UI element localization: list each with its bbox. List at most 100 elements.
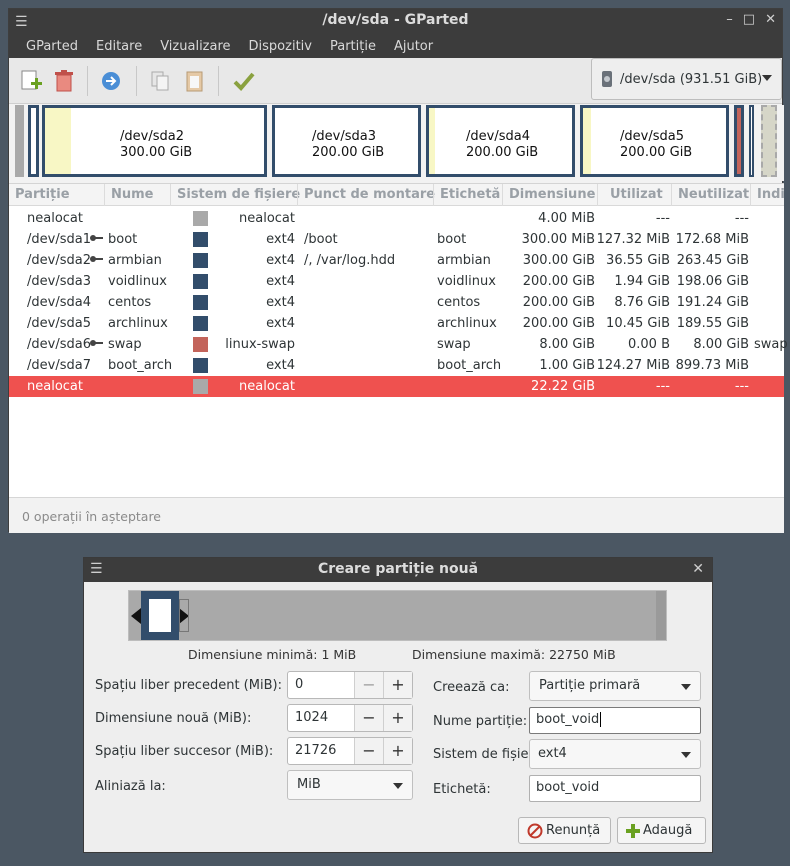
cell-filesystem: ext4 [266, 295, 295, 310]
new-size-spinner[interactable]: 1024 − + [287, 704, 413, 732]
resize-move-icon[interactable] [98, 68, 124, 94]
diskmap-sda7[interactable] [749, 105, 754, 177]
add-button[interactable]: Adaugă [617, 817, 706, 844]
cell-filesystem: ext4 [266, 316, 295, 331]
cell-filesystem: nealocat [239, 211, 295, 226]
menu-help[interactable]: Ajutor [385, 39, 442, 54]
diskmap-sda4-size: 200.00 GiB [466, 145, 539, 160]
free-before-label: Spațiu liber precedent (MiB): [95, 678, 282, 693]
decrement-button[interactable]: − [354, 738, 383, 764]
table-row[interactable]: nealocat nealocat 22.22 GiB --- --- [9, 376, 784, 397]
menu-gparted[interactable]: GParted [17, 39, 87, 54]
col-label[interactable]: Etichetă [440, 187, 500, 202]
partition-name-input[interactable]: boot_void [529, 707, 701, 734]
free-before-spinner[interactable]: 0 − + [287, 671, 413, 699]
align-select[interactable]: MiB [287, 770, 413, 800]
cell-used: 124.27 MiB [596, 358, 670, 373]
diskmap-sda3[interactable]: /dev/sda3 200.00 GiB [272, 105, 421, 177]
disk-icon [602, 71, 612, 87]
fs-color-swatch [193, 337, 208, 352]
cell-name: centos [108, 295, 152, 310]
cell-filesystem: linux-swap [225, 337, 295, 352]
paste-icon[interactable] [181, 68, 207, 94]
cell-size: 8.00 GiB [539, 337, 595, 352]
table-row[interactable]: /dev/sda6 swap linux-swap swap 8.00 GiB 0.00 … [9, 334, 788, 355]
col-mountpoint[interactable]: Punct de montare [304, 187, 435, 202]
cancel-label: Renunță [546, 823, 601, 838]
col-partition[interactable]: Partiție [15, 187, 70, 202]
cell-label: centos [437, 295, 481, 310]
cell-size: 4.00 MiB [538, 211, 595, 226]
minimize-icon[interactable]: – [726, 12, 733, 27]
diskmap-sda2[interactable]: /dev/sda2 300.00 GiB [42, 105, 267, 177]
diskmap-sda5-name: /dev/sda5 [620, 129, 684, 144]
decrement-button[interactable]: − [354, 705, 383, 731]
maximize-icon[interactable]: □ [743, 12, 755, 27]
window-title: /dev/sda - GParted [322, 12, 469, 28]
close-icon[interactable]: ✕ [765, 12, 776, 27]
diskmap-sda4[interactable]: /dev/sda4 200.00 GiB [426, 105, 575, 177]
new-partition-icon[interactable] [18, 68, 44, 94]
close-icon[interactable]: ✕ [692, 561, 704, 577]
col-flags[interactable]: Indi [757, 187, 785, 202]
cell-used: 36.55 GiB [606, 253, 670, 268]
table-row[interactable]: /dev/sda1 boot ext4/boot boot 300.00 MiB 127.… [9, 229, 784, 250]
free-after-spinner[interactable]: 21726 − + [287, 737, 413, 765]
table-row[interactable]: /dev/sda5 archlinux ext4 archlinux 200.00 Gi… [9, 313, 784, 334]
align-label: Aliniază la: [95, 779, 166, 794]
apply-icon[interactable] [231, 68, 257, 94]
increment-button[interactable]: + [383, 672, 412, 698]
fs-color-swatch [193, 211, 208, 226]
table-row[interactable]: /dev/sda4 centos ext4 centos 200.00 GiB 8.76 … [9, 292, 784, 313]
cell-used: 127.32 MiB [596, 232, 670, 247]
diskmap-sda6[interactable] [734, 105, 744, 177]
delete-icon[interactable] [51, 68, 77, 94]
cell-size: 200.00 GiB [522, 295, 595, 310]
diskmap-unallocated-start[interactable] [15, 105, 24, 177]
free-after-value[interactable]: 21726 [288, 738, 354, 764]
diskmap-unallocated-end[interactable] [761, 105, 777, 177]
menu-view[interactable]: Vizualizare [151, 39, 239, 54]
fs-label-input[interactable]: boot_void [529, 775, 701, 802]
decrement-button[interactable]: − [354, 672, 383, 698]
table-row[interactable]: nealocat nealocat 4.00 MiB --- --- [9, 208, 784, 229]
cell-name: armbian [108, 253, 162, 268]
partition-size-slider[interactable] [128, 590, 667, 641]
fs-color-swatch [193, 274, 208, 289]
dialog-title: Creare partiție nouă [317, 561, 479, 577]
diskmap-sda3-name: /dev/sda3 [312, 129, 376, 144]
device-selector[interactable]: /dev/sda (931.51 GiB) [591, 58, 782, 100]
table-row[interactable]: /dev/sda2 armbian ext4 /, /var/log.hdd armbi… [9, 250, 784, 271]
cell-size: 1.00 GiB [539, 358, 595, 373]
cell-size: 22.22 GiB [531, 379, 595, 394]
increment-button[interactable]: + [383, 738, 412, 764]
col-size[interactable]: Dimensiune [509, 187, 595, 202]
resize-left-handle[interactable] [131, 608, 141, 624]
create-as-select[interactable]: Partiție primară [529, 671, 701, 701]
fs-color-swatch [193, 358, 208, 373]
free-before-value[interactable]: 0 [288, 672, 354, 698]
dialog-titlebar: ☰ Creare partiție nouă ✕ [84, 558, 712, 582]
menu-partition[interactable]: Partiție [321, 39, 385, 54]
menu-device[interactable]: Dispozitiv [240, 39, 321, 54]
col-filesystem[interactable]: Sistem de fișiere [177, 187, 300, 202]
cell-unused: 189.55 GiB [676, 316, 749, 331]
col-name[interactable]: Nume [111, 187, 154, 202]
increment-button[interactable]: + [383, 705, 412, 731]
col-unused[interactable]: Neutilizat [678, 187, 749, 202]
cancel-button[interactable]: Renunță [518, 817, 611, 844]
menubar: GParted Editare Vizualizare Dispozitiv P… [9, 34, 782, 58]
table-row[interactable]: /dev/sda7 boot_arch ext4 boot_arch 1.00 GiB 1… [9, 355, 784, 376]
diskmap-sda1[interactable] [28, 105, 39, 177]
new-size-value[interactable]: 1024 [288, 705, 354, 731]
table-row[interactable]: /dev/sda3 voidlinux ext4 voidlinux 200.00 Gi… [9, 271, 784, 292]
cell-size: 300.00 MiB [521, 232, 595, 247]
menu-edit[interactable]: Editare [87, 39, 151, 54]
col-used[interactable]: Utilizat [610, 187, 663, 202]
cell-label: boot_arch [437, 358, 502, 373]
cell-label: swap [437, 337, 471, 352]
filesystem-select[interactable]: ext4 [529, 739, 701, 769]
copy-icon[interactable] [147, 68, 173, 94]
status-bar: 0 operații în așteptare [9, 497, 784, 533]
diskmap-sda5[interactable]: /dev/sda5 200.00 GiB [580, 105, 729, 177]
